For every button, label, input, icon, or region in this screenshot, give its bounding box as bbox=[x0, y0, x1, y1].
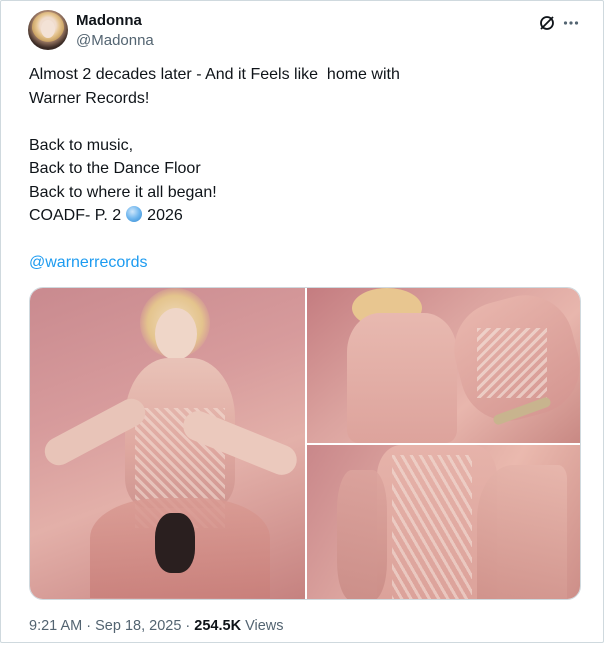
more-icon[interactable] bbox=[561, 13, 581, 33]
meta-separator: · bbox=[86, 618, 92, 634]
avatar-face bbox=[41, 20, 55, 38]
tweet-line-text: COADF- P. 2 bbox=[29, 207, 122, 224]
meta-separator: · bbox=[185, 618, 191, 634]
tweet-line: Back to music, bbox=[29, 136, 134, 154]
tweet-line-text: 2026 bbox=[147, 207, 183, 224]
views-count: 254.5K bbox=[194, 618, 242, 634]
figure-lace bbox=[392, 455, 472, 599]
globe-emoji-icon bbox=[126, 206, 143, 222]
tweet-line: Back to the Dance Floor bbox=[29, 160, 201, 177]
tweet-line: Almost 2 decades later - And it Feels li… bbox=[29, 66, 400, 83]
figure-gown bbox=[347, 313, 457, 443]
media-grid bbox=[29, 287, 581, 600]
avatar[interactable] bbox=[28, 10, 68, 50]
photo-1[interactable] bbox=[30, 288, 305, 599]
tweet-text: Almost 2 decades later - And it Feels li… bbox=[29, 63, 569, 275]
photo-2[interactable] bbox=[307, 288, 580, 443]
figure-shadow bbox=[155, 513, 195, 573]
grok-icon[interactable] bbox=[537, 13, 557, 33]
display-name[interactable]: Madonna bbox=[76, 12, 142, 29]
user-handle[interactable]: @Madonna bbox=[76, 32, 154, 49]
tweet-line: Back to where it all began! bbox=[29, 183, 217, 201]
views-label: Views bbox=[245, 618, 284, 634]
mention-link[interactable]: @warnerrecords bbox=[29, 254, 148, 271]
tweet-line: Warner Records! bbox=[29, 89, 150, 107]
tweet-line: COADF- P. 2 2026 bbox=[29, 204, 569, 228]
tweet-card[interactable]: Madonna @Madonna Almost 2 decades later … bbox=[0, 0, 604, 643]
photo-3[interactable] bbox=[307, 445, 580, 599]
figure-lace bbox=[477, 328, 547, 398]
tweet-meta: 9:21 AM · Sep 18, 2025 · 254.5K Views bbox=[29, 618, 284, 634]
tweet-time[interactable]: 9:21 AM bbox=[29, 618, 82, 634]
figure-robe bbox=[477, 465, 567, 599]
figure-face bbox=[155, 308, 197, 360]
figure-robe-left bbox=[337, 470, 387, 599]
tweet-date[interactable]: Sep 18, 2025 bbox=[95, 618, 181, 634]
